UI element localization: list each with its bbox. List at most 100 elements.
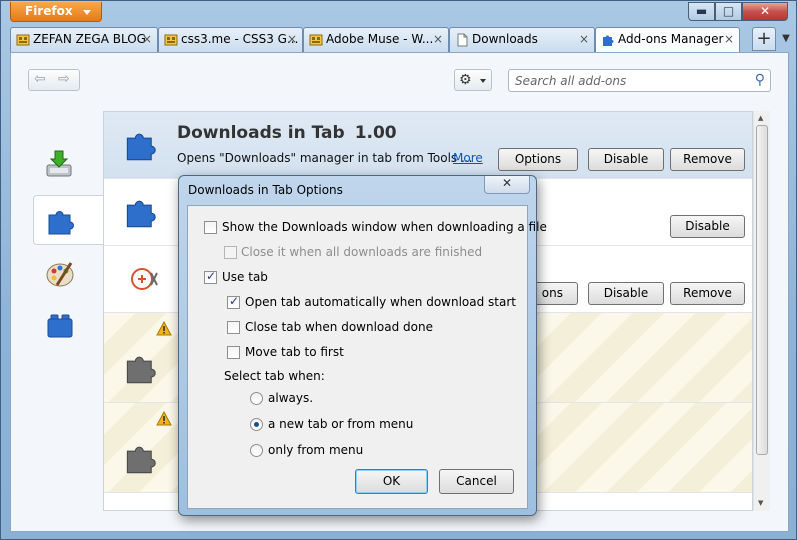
close-icon: ✕: [759, 4, 771, 18]
tab-label: Adobe Muse - W...: [326, 32, 434, 46]
puzzle-piece-icon: [126, 200, 156, 228]
gear-icon: ⚙: [459, 72, 472, 88]
show-window-checkbox[interactable]: [204, 221, 217, 234]
tab-close-icon[interactable]: ×: [724, 32, 734, 46]
minimize-button[interactable]: ▬: [688, 2, 715, 21]
minimize-icon: ▬: [695, 4, 708, 18]
css3-favicon-icon: [164, 34, 178, 46]
list-all-tabs-button[interactable]: ▼: [778, 27, 794, 51]
addons-toolbar: ⇦ ⇨ ⚙ Search all add-ons ⚲: [11, 53, 788, 111]
new-tab-or-menu-label: a new tab or from menu: [268, 417, 414, 431]
back-forward-buttons: ⇦ ⇨: [28, 69, 80, 91]
tab-close-icon[interactable]: ×: [579, 32, 589, 46]
tab-label: css3.me - CSS3 G...: [181, 32, 299, 46]
chevron-down-icon: [83, 10, 91, 15]
forward-arrow-icon[interactable]: ⇨: [58, 71, 70, 87]
close-window-button[interactable]: ✕: [742, 2, 788, 21]
always-radio[interactable]: [250, 392, 263, 405]
warning-icon: [156, 411, 172, 426]
close-tab-done-checkbox[interactable]: [227, 321, 240, 334]
dialog-close-button[interactable]: ✕: [484, 176, 530, 194]
search-placeholder: Search all add-ons: [515, 74, 627, 88]
firefox-menu-button[interactable]: Firefox: [10, 2, 102, 22]
lego-brick-icon: [47, 314, 73, 338]
disable-button[interactable]: Disable: [588, 148, 664, 171]
tab-adobe-muse[interactable]: Adobe Muse - W... ×: [303, 27, 449, 52]
always-label: always.: [268, 391, 314, 405]
chevron-down-icon: ▼: [782, 33, 790, 44]
options-button[interactable]: Options: [498, 148, 578, 171]
palette-icon: [46, 262, 74, 287]
move-tab-first-label: Move tab to first: [245, 345, 344, 359]
blog-favicon-icon: [16, 34, 30, 46]
disable-button[interactable]: Disable: [588, 282, 664, 305]
addon-list-scrollbar[interactable]: ▲ ▼: [753, 111, 770, 511]
checkmark-icon: ✓: [229, 294, 240, 308]
category-downloads[interactable]: [33, 141, 103, 191]
plus-icon: +: [756, 28, 772, 49]
tab-addons-manager[interactable]: Add-ons Manager ×: [595, 27, 740, 53]
warning-icon: [156, 321, 172, 336]
dialog-body: Show the Downloads window when downloadi…: [187, 205, 547, 509]
close-icon: ✕: [501, 176, 513, 190]
only-from-menu-label: only from menu: [268, 443, 364, 457]
tab-label: Downloads: [472, 32, 538, 46]
show-window-label: Show the Downloads window when downloadi…: [222, 220, 547, 234]
back-arrow-icon[interactable]: ⇦: [34, 71, 46, 87]
close-when-finished-checkbox[interactable]: [224, 246, 237, 259]
puzzle-piece-icon: [126, 133, 156, 161]
tab-strip: ZEFAN ZEGA BLOG × css3.me - CSS3 G... × …: [10, 27, 790, 53]
remove-button[interactable]: Remove: [670, 148, 745, 171]
use-tab-checkbox[interactable]: ✓: [204, 269, 217, 284]
new-tab-button[interactable]: +: [752, 27, 776, 51]
addon-item-downloads-in-tab[interactable]: Downloads in Tab 1.00 Opens "Downloads" m…: [104, 112, 752, 179]
maximize-icon: □: [722, 4, 735, 18]
close-tab-done-label: Close tab when download done: [245, 320, 434, 334]
move-tab-first-checkbox[interactable]: [227, 346, 240, 359]
more-link[interactable]: More: [453, 151, 483, 165]
use-tab-label: Use tab: [222, 270, 268, 284]
category-extensions[interactable]: [33, 195, 103, 245]
checkmark-icon: ✓: [206, 269, 217, 283]
addon-name: Downloads in Tab: [177, 123, 345, 143]
scrollbar-thumb[interactable]: [756, 125, 768, 455]
only-from-menu-radio[interactable]: [250, 444, 263, 457]
firefox-menu-label: Firefox: [25, 4, 73, 18]
puzzle-piece-icon: [603, 35, 614, 46]
scroll-down-arrow-icon[interactable]: ▼: [758, 499, 763, 507]
close-when-finished-label: Close it when all downloads are finished: [241, 245, 483, 259]
page-icon: [457, 33, 468, 47]
cancel-button[interactable]: Cancel: [439, 469, 514, 494]
adobe-favicon-icon: [309, 34, 323, 46]
tab-css3-me[interactable]: css3.me - CSS3 G... ×: [158, 27, 303, 52]
search-input[interactable]: Search all add-ons ⚲: [508, 69, 771, 92]
category-plugins[interactable]: [33, 305, 103, 355]
remove-button[interactable]: Remove: [670, 282, 745, 305]
new-tab-or-menu-radio[interactable]: [250, 418, 263, 431]
select-tab-when-label: Select tab when:: [224, 369, 325, 383]
tab-close-icon[interactable]: ×: [287, 32, 297, 46]
tab-close-icon[interactable]: ×: [142, 32, 152, 46]
tab-zefan-zega-blog[interactable]: ZEFAN ZEGA BLOG ×: [10, 27, 158, 52]
search-icon[interactable]: ⚲: [755, 72, 765, 88]
open-tab-auto-checkbox[interactable]: ✓: [227, 294, 240, 309]
ok-button[interactable]: OK: [355, 469, 428, 494]
puzzle-piece-icon: [126, 446, 156, 474]
radio-selected-dot: [254, 422, 259, 427]
maximize-button[interactable]: □: [715, 2, 742, 21]
tools-gear-button[interactable]: ⚙: [454, 69, 492, 91]
addon-description: Opens "Downloads" manager in tab from To…: [177, 151, 473, 165]
open-tab-auto-label: Open tab automatically when download sta…: [245, 295, 516, 309]
disable-button[interactable]: Disable: [670, 215, 745, 238]
tab-label: Add-ons Manager: [618, 32, 724, 46]
download-tray-icon: [46, 150, 72, 177]
dialog-title: Downloads in Tab Options: [188, 183, 343, 197]
addon-title: Downloads in Tab 1.00: [177, 123, 397, 143]
addon-logo-icon: [131, 268, 158, 290]
category-appearance[interactable]: [33, 251, 103, 301]
addon-version: 1.00: [354, 123, 397, 143]
tab-close-icon[interactable]: ×: [433, 32, 443, 46]
scroll-up-arrow-icon[interactable]: ▲: [758, 114, 763, 122]
tab-label: ZEFAN ZEGA BLOG: [33, 32, 146, 46]
tab-downloads[interactable]: Downloads ×: [449, 27, 595, 52]
